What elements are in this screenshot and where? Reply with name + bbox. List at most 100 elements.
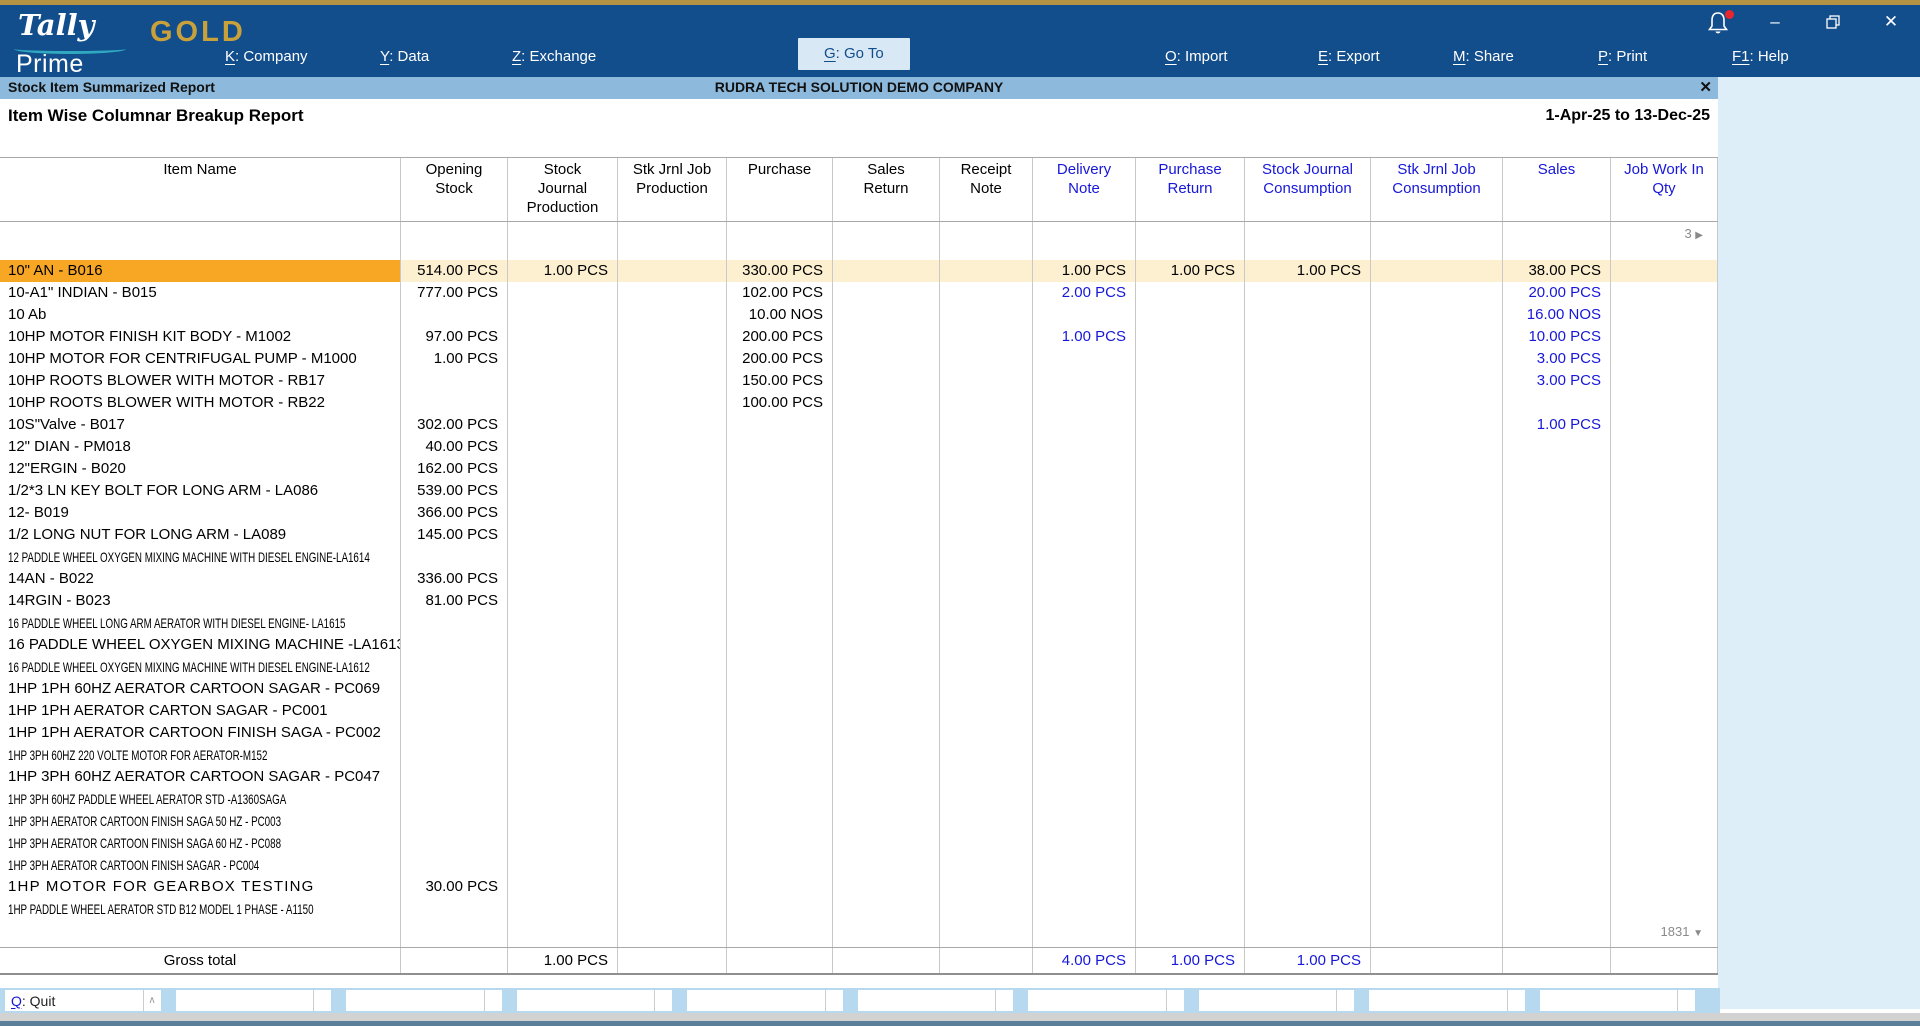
more-rows-indicator[interactable]: 1831 ▼: [1611, 920, 1708, 946]
cell-sjc: [1245, 370, 1371, 392]
close-window-button[interactable]: ✕: [1874, 12, 1908, 32]
cell-opening: [401, 832, 508, 854]
table-row[interactable]: 1HP MOTOR FOR GEARBOX TESTING30.00 PCS: [0, 876, 1718, 898]
table-row[interactable]: 1HP 3PH AERATOR CARTOON FINISH SAGA 60 H…: [0, 832, 1718, 854]
cell-sjp: [508, 766, 618, 788]
cell-sjjp: [618, 590, 727, 612]
menu-company[interactable]: K: Company: [225, 48, 308, 65]
cell-sales: [1503, 612, 1611, 634]
menu-go-to[interactable]: G: Go To: [798, 38, 910, 70]
cell-sjjp: [618, 326, 727, 348]
cell-sjjp: [618, 832, 727, 854]
cell-purchase: 10.00 NOS: [727, 304, 833, 326]
cell-sjjc: [1371, 260, 1503, 282]
caret-up-icon[interactable]: ∧: [143, 990, 161, 1011]
table-row[interactable]: 14RGIN - B02381.00 PCS: [0, 590, 1718, 612]
cell-sjjc: [1371, 436, 1503, 458]
table-row[interactable]: 1HP 1PH 60HZ AERATOR CARTOON SAGAR - PC0…: [0, 678, 1718, 700]
table-row[interactable]: 10HP MOTOR FOR CENTRIFUGAL PUMP - M10001…: [0, 348, 1718, 370]
spacer-cell: [833, 222, 940, 260]
cell-opening: [401, 304, 508, 326]
table-row[interactable]: 12"ERGIN - B020162.00 PCS: [0, 458, 1718, 480]
table-row[interactable]: 1/2 LONG NUT FOR LONG ARM - LA089145.00 …: [0, 524, 1718, 546]
cell-purchase: [727, 634, 833, 656]
table-row[interactable]: 1HP 3PH AERATOR CARTOON FINISH SAGA 50 H…: [0, 810, 1718, 832]
cell-sales_return: [833, 568, 940, 590]
cell-receipt_note: [940, 260, 1033, 282]
cell-jwq: [1611, 326, 1718, 348]
table-row[interactable]: 16 PADDLE WHEEL OXYGEN MIXING MACHINE -L…: [0, 634, 1718, 656]
table-row[interactable]: 1HP PADDLE WHEEL AERATOR STD B12 MODEL 1…: [0, 898, 1718, 920]
logo-tally-text: Tally: [18, 8, 94, 42]
table-row[interactable]: 12 PADDLE WHEEL OXYGEN MIXING MACHINE WI…: [0, 546, 1718, 568]
cell-sales: [1503, 568, 1611, 590]
table-row[interactable]: 10-A1" INDIAN - B015777.00 PCS102.00 PCS…: [0, 282, 1718, 304]
cell-sjp: [508, 876, 618, 898]
cell-opening: 40.00 PCS: [401, 436, 508, 458]
cell-sjp: [508, 832, 618, 854]
table-row[interactable]: 10" AN - B016514.00 PCS1.00 PCS330.00 PC…: [0, 260, 1718, 282]
table-row[interactable]: 12- B019366.00 PCS: [0, 502, 1718, 524]
minimize-button[interactable]: –: [1758, 12, 1792, 32]
table-row[interactable]: 10S"Valve - B017302.00 PCS1.00 PCS: [0, 414, 1718, 436]
menu-print[interactable]: P: Print: [1598, 48, 1647, 65]
table-row[interactable]: 1HP 3PH 60HZ PADDLE WHEEL AERATOR STD -A…: [0, 788, 1718, 810]
table-row[interactable]: 10HP ROOTS BLOWER WITH MOTOR - RB17150.0…: [0, 370, 1718, 392]
menu-exchange[interactable]: Z: Exchange: [512, 48, 596, 65]
gross-sales_return: [833, 948, 940, 973]
quit-label: Q: Quit: [5, 993, 143, 1009]
cell-sjjc: [1371, 524, 1503, 546]
table-row[interactable]: 10HP MOTOR FINISH KIT BODY - M100297.00 …: [0, 326, 1718, 348]
table-row[interactable]: 1HP 1PH AERATOR CARTON SAGAR - PC001: [0, 700, 1718, 722]
item-name-cell: 1HP 1PH AERATOR CARTOON FINISH SAGA - PC…: [0, 722, 401, 744]
menu-share[interactable]: M: Share: [1453, 48, 1514, 65]
cell-sjjp: [618, 612, 727, 634]
table-row[interactable]: 10 Ab10.00 NOS16.00 NOS: [0, 304, 1718, 326]
item-name-cell: 16 PADDLE WHEEL OXYGEN MIXING MACHINE WI…: [0, 656, 401, 678]
fill-cell: [1503, 920, 1611, 947]
table-row[interactable]: 16 PADDLE WHEEL OXYGEN MIXING MACHINE WI…: [0, 656, 1718, 678]
menu-export[interactable]: E: Export: [1318, 48, 1380, 65]
cell-sjc: [1245, 348, 1371, 370]
cell-sjjc: [1371, 656, 1503, 678]
notification-badge: [1725, 10, 1734, 19]
cell-sjjp: [618, 524, 727, 546]
cell-sales: [1503, 788, 1611, 810]
spacer-cell: [0, 222, 401, 260]
cell-receipt_note: [940, 436, 1033, 458]
table-row[interactable]: 1/2*3 LN KEY BOLT FOR LONG ARM - LA08653…: [0, 480, 1718, 502]
fill-cell: [508, 920, 618, 947]
cell-jwq: [1611, 370, 1718, 392]
table-header-row: Item NameOpeningStockStockJournalProduct…: [0, 158, 1718, 222]
cell-receipt_note: [940, 568, 1033, 590]
table-row[interactable]: 16 PADDLE WHEEL LONG ARM AERATOR WITH DI…: [0, 612, 1718, 634]
item-name-cell: 16 PADDLE WHEEL OXYGEN MIXING MACHINE -L…: [0, 634, 401, 656]
cell-sjjc: [1371, 568, 1503, 590]
restore-button[interactable]: [1816, 14, 1850, 34]
cell-pr: [1136, 590, 1245, 612]
cell-pr: [1136, 568, 1245, 590]
menu-import[interactable]: O: Import: [1165, 48, 1228, 65]
table-row[interactable]: 14AN - B022336.00 PCS: [0, 568, 1718, 590]
menu-help[interactable]: F1: Help: [1732, 48, 1789, 65]
cell-opening: 539.00 PCS: [401, 480, 508, 502]
col-header-pr: PurchaseReturn: [1136, 158, 1245, 221]
cell-sales_return: [833, 260, 940, 282]
quit-button[interactable]: Q: Quit∧: [5, 990, 161, 1011]
more-columns-indicator[interactable]: 3 ▶: [1611, 222, 1708, 248]
table-row[interactable]: 1HP 3PH 60HZ AERATOR CARTOON SAGAR - PC0…: [0, 766, 1718, 788]
table-row[interactable]: 1HP 1PH AERATOR CARTOON FINISH SAGA - PC…: [0, 722, 1718, 744]
table-row[interactable]: 10HP ROOTS BLOWER WITH MOTOR - RB22100.0…: [0, 392, 1718, 414]
cell-jwq: [1611, 436, 1718, 458]
table-row[interactable]: 12" DIAN - PM01840.00 PCS: [0, 436, 1718, 458]
report-close-icon[interactable]: ✕: [1699, 78, 1712, 96]
table-row[interactable]: 1HP 3PH AERATOR CARTOON FINISH SAGAR - P…: [0, 854, 1718, 876]
cell-sjc: [1245, 656, 1371, 678]
cell-sjp: [508, 568, 618, 590]
cell-dn: [1033, 392, 1136, 414]
menu-data[interactable]: Y: Data: [380, 48, 429, 65]
col-header-sjc: Stock JournalConsumption: [1245, 158, 1371, 221]
cell-dn: [1033, 788, 1136, 810]
notification-bell-icon[interactable]: [1706, 10, 1736, 40]
table-row[interactable]: 1HP 3PH 60HZ 220 VOLTE MOTOR FOR AERATOR…: [0, 744, 1718, 766]
